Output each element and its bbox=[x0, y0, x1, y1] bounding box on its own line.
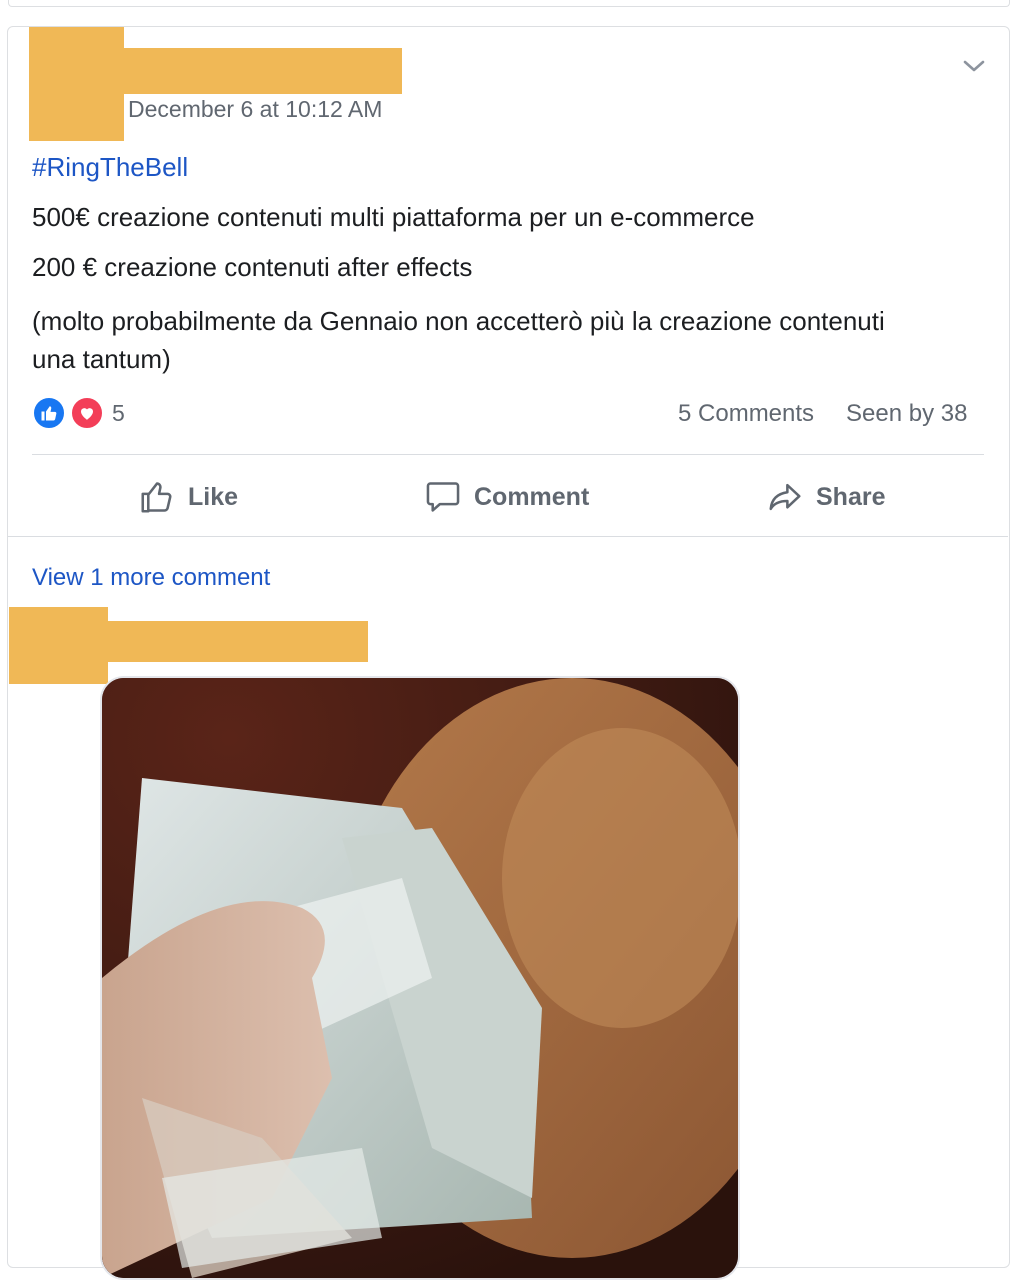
post-timestamp[interactable]: December 6 at 10:12 AM bbox=[128, 96, 382, 123]
divider bbox=[32, 454, 984, 455]
thumbs-up-icon bbox=[141, 482, 172, 513]
view-more-comments-link[interactable]: View 1 more comment bbox=[32, 564, 270, 592]
comment-bubble-icon bbox=[426, 482, 460, 512]
commenter-avatar-redacted[interactable] bbox=[9, 607, 108, 684]
share-button[interactable]: Share bbox=[766, 472, 885, 522]
author-name-redacted[interactable] bbox=[124, 48, 402, 94]
share-arrow-icon bbox=[769, 483, 801, 511]
comment-gif-image[interactable] bbox=[100, 676, 740, 1280]
reaction-count: 5 bbox=[112, 400, 125, 426]
author-avatar-redacted[interactable] bbox=[29, 27, 124, 141]
love-icon bbox=[70, 396, 104, 430]
share-label: Share bbox=[816, 482, 886, 511]
post-text-line: 500€ creazione contenuti multi piattafor… bbox=[32, 202, 755, 232]
post-text-line: 200 € creazione contenuti after effects bbox=[32, 252, 473, 282]
post-text-line: (molto probabilmente da Gennaio non acce… bbox=[32, 306, 885, 374]
section-divider bbox=[8, 536, 1008, 537]
comments-count-link[interactable]: 5 Comments bbox=[678, 400, 814, 428]
seen-by-link[interactable]: Seen by 38 bbox=[846, 400, 967, 428]
like-label: Like bbox=[188, 482, 239, 511]
like-button[interactable]: Like bbox=[138, 472, 238, 522]
comment-label: Comment bbox=[474, 482, 590, 511]
post-hashtag[interactable]: #RingTheBell bbox=[32, 152, 188, 183]
commenter-name-redacted[interactable] bbox=[108, 621, 368, 662]
previous-post-card bbox=[8, 0, 1010, 7]
like-icon bbox=[32, 396, 66, 430]
comment-button[interactable]: Comment bbox=[424, 472, 589, 522]
money-gif-illustration bbox=[102, 678, 738, 1278]
chevron-down-icon[interactable] bbox=[962, 56, 986, 76]
